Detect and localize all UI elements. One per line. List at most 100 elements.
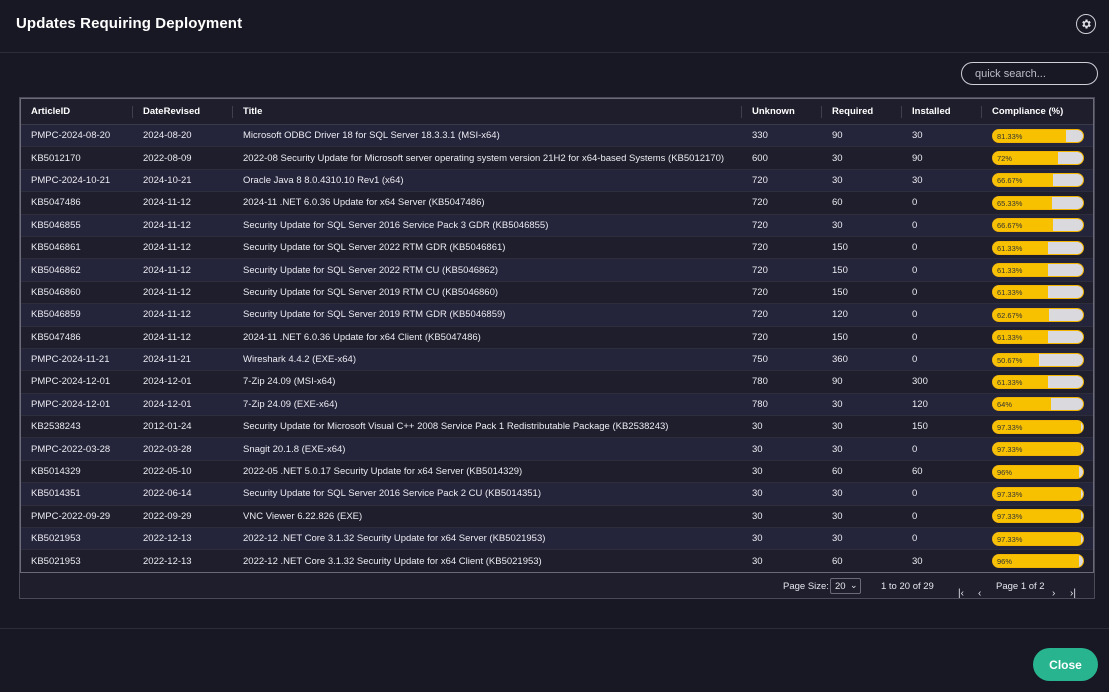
updates-grid: ArticleID DateRevised Title Unknown Required… xyxy=(19,97,1095,599)
page-size-label: Page Size: xyxy=(783,581,829,592)
table-cell: PMPC-2024-12-01 xyxy=(21,393,133,417)
table-row[interactable]: KB5046861 2024-11-12 Security Update for S… xyxy=(21,236,1093,260)
table-row[interactable]: KB5046855 2024-11-12 Security Update for S… xyxy=(21,214,1093,237)
table-cell: 61.33% xyxy=(982,281,1093,305)
table-row[interactable]: PMPC-2024-10-21 2024-10-21 Oracle Java 8 8… xyxy=(21,169,1093,193)
compliance-percent: 97.33% xyxy=(997,534,1023,544)
table-cell: 2024-10-21 xyxy=(133,169,233,193)
table-cell: 30 xyxy=(742,460,822,484)
settings-button[interactable] xyxy=(1076,14,1096,34)
table-cell: 330 xyxy=(742,124,822,148)
column-header[interactable]: Unknown xyxy=(742,99,822,125)
table-cell: 780 xyxy=(742,393,822,417)
compliance-bar: 97.33% xyxy=(992,509,1084,524)
table-cell: 150 xyxy=(822,258,902,282)
compliance-percent: 61.33% xyxy=(997,288,1023,298)
compliance-percent: 97.33% xyxy=(997,445,1023,455)
quick-search-input[interactable] xyxy=(961,62,1098,85)
table-cell: 72% xyxy=(982,146,1093,170)
column-header[interactable]: Compliance (%) xyxy=(982,99,1093,125)
table-cell: 2022-09-29 xyxy=(133,505,233,529)
table-cell: 7-Zip 24.09 (MSI-x64) xyxy=(233,370,742,394)
table-row[interactable]: PMPC-2022-09-29 2022-09-29 VNC Viewer 6.22… xyxy=(21,505,1093,529)
close-button[interactable]: Close xyxy=(1033,648,1098,681)
table-cell: 62.67% xyxy=(982,303,1093,327)
column-header[interactable]: Installed xyxy=(902,99,982,125)
table-cell: 720 xyxy=(742,258,822,282)
table-cell: 0 xyxy=(902,482,982,506)
table-row[interactable]: KB5014329 2022-05-10 2022-05 .NET 5.0.17 S… xyxy=(21,460,1093,484)
table-cell: 2022-08 Security Update for Microsoft se… xyxy=(233,146,742,170)
table-cell: KB5046860 xyxy=(21,281,133,305)
table-cell: KB2538243 xyxy=(21,415,133,439)
table-cell: 2024-11 .NET 6.0.36 Update for x64 Clien… xyxy=(233,326,742,349)
table-cell: 750 xyxy=(742,348,822,372)
table-cell: 0 xyxy=(902,191,982,215)
grid-body: ArticleID DateRevised Title Unknown Required… xyxy=(20,98,1094,573)
table-row[interactable]: KB5047486 2024-11-12 2024-11 .NET 6.0.36 U… xyxy=(21,326,1093,349)
compliance-bar: 72% xyxy=(992,151,1084,166)
row-range-text: 1 to 20 of 29 xyxy=(881,581,934,592)
table-cell: KB5021953 xyxy=(21,527,133,551)
table-cell: PMPC-2024-10-21 xyxy=(21,169,133,193)
table-cell: 2024-11-12 xyxy=(133,303,233,327)
table-cell: PMPC-2024-11-21 xyxy=(21,348,133,372)
table-row[interactable]: KB5046862 2024-11-12 Security Update for S… xyxy=(21,258,1093,282)
table-cell: 61.33% xyxy=(982,258,1093,282)
compliance-percent: 64% xyxy=(997,400,1013,410)
column-header[interactable]: ArticleID xyxy=(21,99,133,125)
column-header[interactable]: Title xyxy=(233,99,742,125)
table-row[interactable]: KB5046859 2024-11-12 Security Update for S… xyxy=(21,303,1093,327)
table-cell: 30 xyxy=(822,415,902,439)
column-header-label: Compliance (%) xyxy=(992,106,1064,117)
compliance-bar: 61.33% xyxy=(992,285,1084,300)
table-cell: KB5046861 xyxy=(21,236,133,260)
last-page-icon: ›| xyxy=(1070,588,1076,599)
compliance-bar: 61.33% xyxy=(992,240,1084,255)
table-cell: 0 xyxy=(902,236,982,260)
table-row[interactable]: KB5012170 2022-08-09 2022-08 Security Upda… xyxy=(21,146,1093,170)
page-size-select[interactable]: 20 ⌄ xyxy=(830,578,861,594)
column-header-label: Required xyxy=(832,106,874,117)
compliance-bar: 61.33% xyxy=(992,263,1084,278)
table-row[interactable]: PMPC-2024-12-01 2024-12-01 7-Zip 24.09 (MS… xyxy=(21,370,1093,394)
compliance-percent: 96% xyxy=(997,467,1013,477)
table-row[interactable]: PMPC-2024-08-20 2024-08-20 Microsoft ODBC … xyxy=(21,124,1093,148)
table-cell: 0 xyxy=(902,326,982,349)
table-row[interactable]: PMPC-2022-03-28 2022-03-28 Snagit 20.1.8 (… xyxy=(21,437,1093,461)
table-row[interactable]: PMPC-2024-11-21 2024-11-21 Wireshark 4.4.2… xyxy=(21,348,1093,372)
table-cell: 97.33% xyxy=(982,527,1093,551)
table-cell: 2022-05-10 xyxy=(133,460,233,484)
dialog: Updates Requiring Deployment ArticleID Da… xyxy=(0,0,1109,692)
table-cell: 30 xyxy=(822,527,902,551)
pagination-bar: Page Size: 20 ⌄ 1 to 20 of 29 |‹ ‹ Page … xyxy=(20,573,1094,599)
table-cell: PMPC-2022-03-28 xyxy=(21,437,133,461)
table-header-row: ArticleID DateRevised Title Unknown Required… xyxy=(21,99,1093,125)
table-cell: 66.67% xyxy=(982,169,1093,193)
table-row[interactable]: KB5046860 2024-11-12 Security Update for S… xyxy=(21,281,1093,305)
table-row[interactable]: KB5021953 2022-12-13 2022-12 .NET Core 3.1… xyxy=(21,527,1093,551)
column-header[interactable]: Required xyxy=(822,99,902,125)
table-cell: PMPC-2022-09-29 xyxy=(21,505,133,529)
column-header[interactable]: DateRevised xyxy=(133,99,233,125)
table-cell: 30 xyxy=(822,393,902,417)
table-cell: 30 xyxy=(742,549,822,572)
table-cell: 30 xyxy=(822,146,902,170)
table-row[interactable]: KB5021953 2022-12-13 2022-12 .NET Core 3.1… xyxy=(21,549,1093,572)
column-header-label: Title xyxy=(243,106,263,117)
table-cell: 30 xyxy=(822,505,902,529)
table-row[interactable]: PMPC-2024-12-01 2024-12-01 7-Zip 24.09 (EX… xyxy=(21,393,1093,417)
compliance-percent: 61.33% xyxy=(997,333,1023,343)
table-row[interactable]: KB5014351 2022-06-14 Security Update for S… xyxy=(21,482,1093,506)
table-cell: 60 xyxy=(822,191,902,215)
table-row[interactable]: KB5047486 2024-11-12 2024-11 .NET 6.0.36 U… xyxy=(21,191,1093,215)
table-row[interactable]: KB2538243 2012-01-24 Security Update for M… xyxy=(21,415,1093,439)
compliance-bar: 65.33% xyxy=(992,195,1084,210)
table-cell: PMPC-2024-08-20 xyxy=(21,124,133,148)
table-cell: 61.33% xyxy=(982,370,1093,394)
table-cell: 60 xyxy=(822,549,902,572)
table-cell: 2012-01-24 xyxy=(133,415,233,439)
table-cell: 0 xyxy=(902,303,982,327)
table-cell: 720 xyxy=(742,281,822,305)
table-cell: 2022-12-13 xyxy=(133,527,233,551)
